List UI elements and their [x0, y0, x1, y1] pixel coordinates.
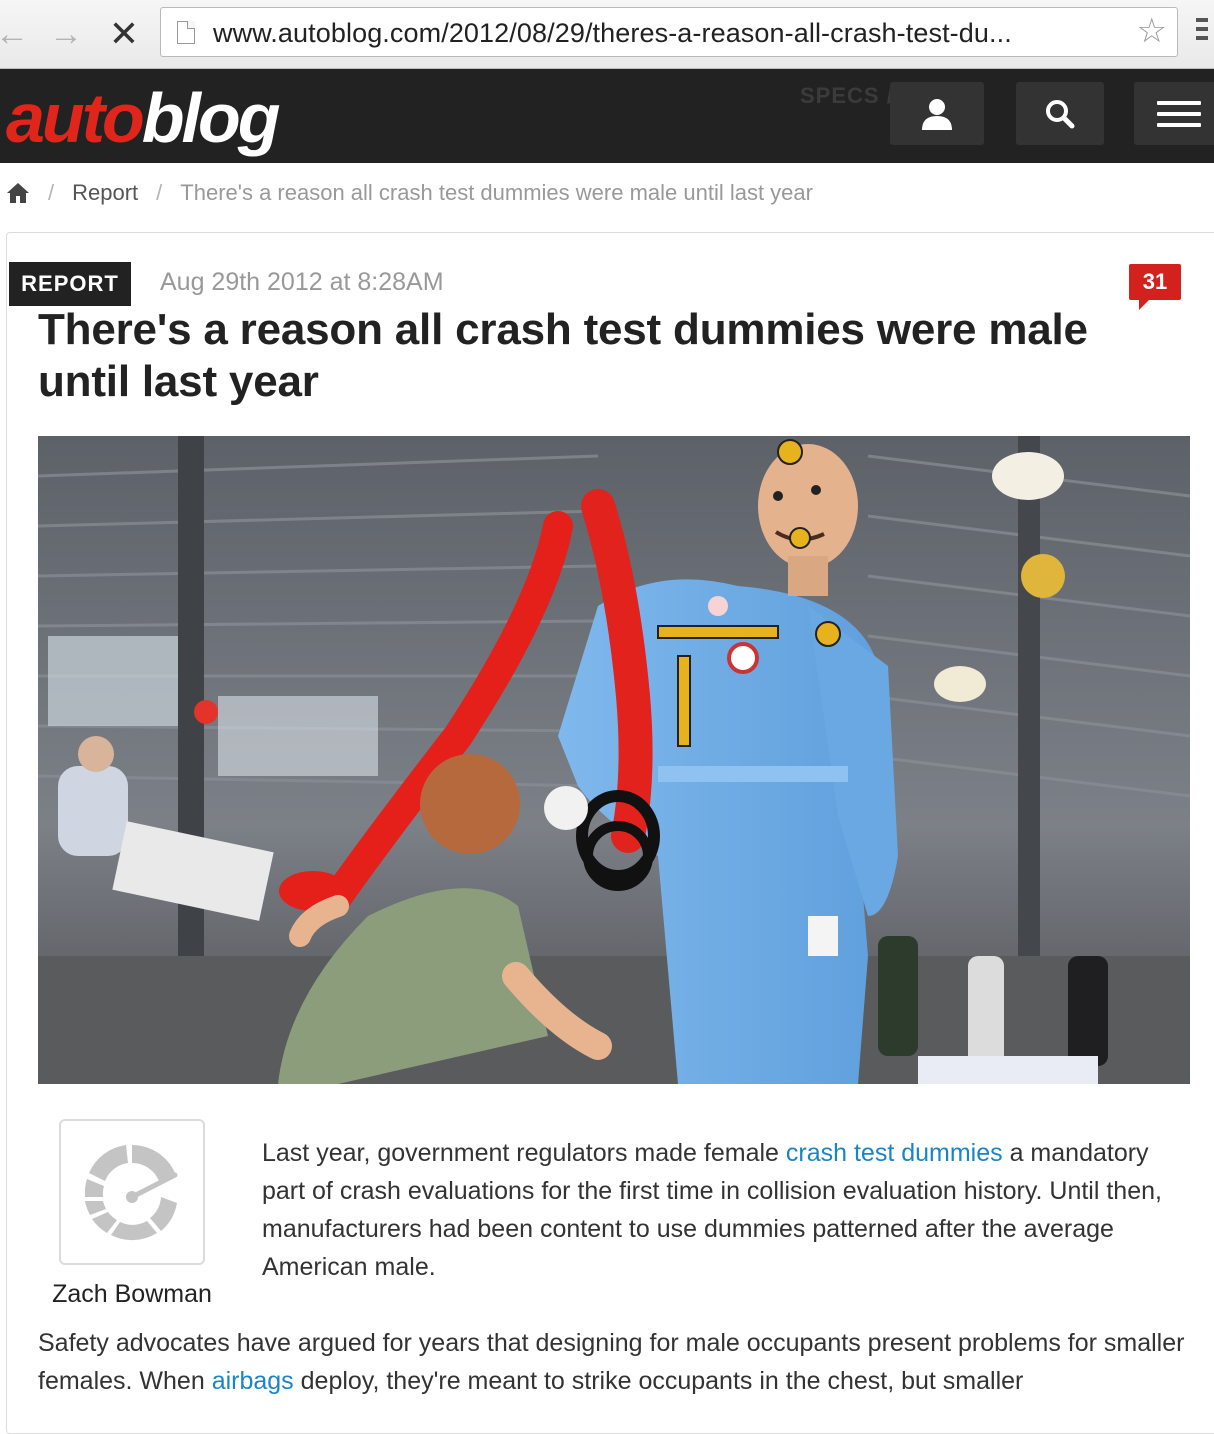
- crash-test-dummies-link[interactable]: crash test dummies: [786, 1139, 1003, 1167]
- url-text[interactable]: www.autoblog.com/2012/08/29/theres-a-rea…: [213, 18, 1012, 49]
- home-icon[interactable]: [6, 182, 30, 204]
- airbags-link[interactable]: airbags: [212, 1367, 294, 1395]
- breadcrumb: / Report / There's a reason all crash te…: [6, 178, 813, 208]
- stop-icon[interactable]: ✕: [104, 13, 144, 54]
- paragraph-text: deploy, they're meant to strike occupant…: [293, 1367, 1024, 1395]
- site-header: autoblog SPECS /: [0, 69, 1214, 163]
- user-icon: [922, 98, 952, 130]
- breadcrumb-current: There's a reason all crash test dummies …: [180, 180, 813, 205]
- star-icon[interactable]: ☆: [1137, 14, 1167, 48]
- breadcrumb-separator: /: [48, 180, 55, 205]
- user-button[interactable]: [890, 82, 984, 145]
- autoblog-logo[interactable]: autoblog: [6, 83, 280, 153]
- paragraph-text: Last year, government regulators made fe…: [262, 1139, 786, 1167]
- article-paragraph: Last year, government regulators made fe…: [262, 1134, 1192, 1286]
- autoblog-gauge-icon: [84, 1145, 178, 1241]
- hero-image: [38, 436, 1190, 1084]
- logo-auto: auto: [6, 79, 145, 157]
- breadcrumb-report-link[interactable]: Report: [72, 180, 138, 206]
- article-paragraph: Safety advocates have argued for years t…: [38, 1324, 1198, 1400]
- hamburger-icon: [1157, 94, 1201, 134]
- menu-button[interactable]: [1134, 82, 1214, 145]
- article-date: Aug 29th 2012 at 8:28AM: [160, 268, 444, 296]
- category-badge[interactable]: REPORT: [9, 262, 131, 306]
- specs-ghost-text: SPECS /: [800, 83, 894, 108]
- browser-toolbar: ← → ✕ www.autoblog.com/2012/08/29/theres…: [0, 0, 1214, 69]
- logo-blog: blog: [141, 79, 281, 157]
- back-icon[interactable]: ←: [0, 14, 32, 54]
- forward-icon[interactable]: →: [46, 14, 86, 54]
- comment-count-badge[interactable]: 31: [1129, 264, 1181, 310]
- author-name[interactable]: Zach Bowman: [40, 1280, 224, 1309]
- search-icon: [1046, 99, 1075, 128]
- search-button[interactable]: [1016, 82, 1104, 145]
- address-bar[interactable]: www.autoblog.com/2012/08/29/theres-a-rea…: [160, 7, 1178, 57]
- browser-menu-icon[interactable]: [1196, 18, 1214, 45]
- article-title: There's a reason all crash test dummies …: [38, 305, 1088, 406]
- author-avatar[interactable]: [59, 1119, 205, 1265]
- breadcrumb-separator: /: [156, 180, 163, 205]
- page-icon: [177, 21, 195, 44]
